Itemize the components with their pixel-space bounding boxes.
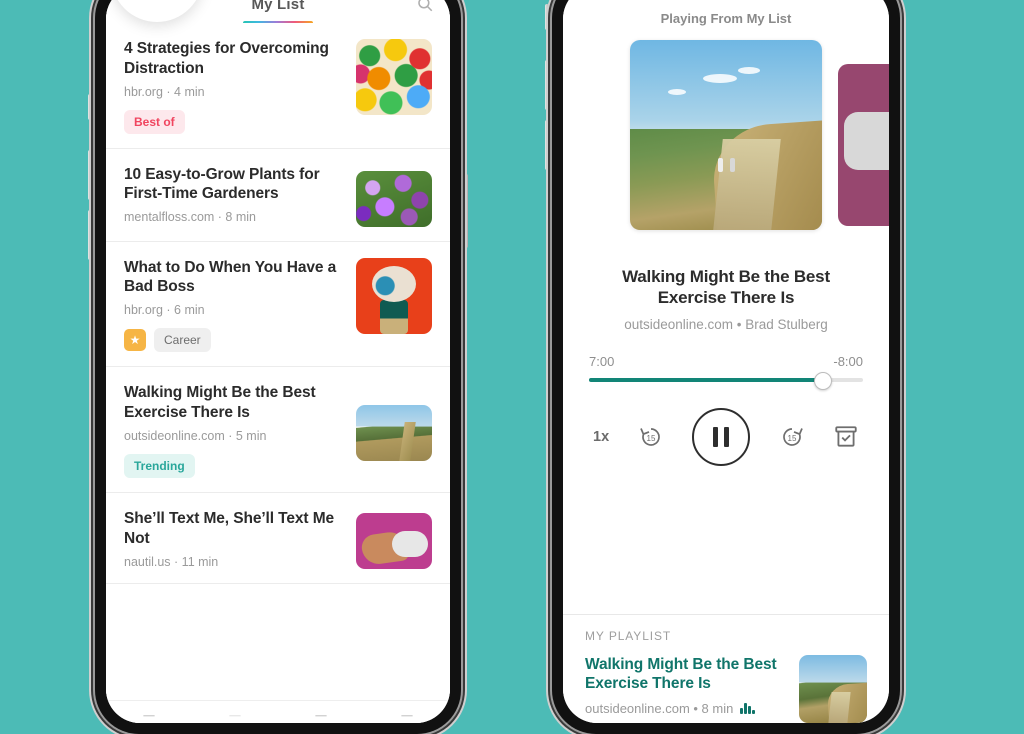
list-item[interactable]: She’ll Text Me, She’ll Text Me Not nauti… (106, 493, 450, 584)
left-phone-screen: My List 4 Strategies for Overcoming Dist… (106, 0, 450, 723)
list-item[interactable]: 10 Easy-to-Grow Plants for First-Time Ga… (106, 149, 450, 242)
article-title: What to Do When You Have a Bad Boss (124, 258, 337, 296)
tag-career[interactable]: Career (154, 328, 211, 353)
article-meta: outsideonline.com · 5 min (124, 428, 267, 443)
left-phone-bezel: My List 4 Strategies for Overcoming Dist… (95, 0, 461, 734)
forward-15-button[interactable]: 15 (778, 423, 806, 451)
remaining-time: -8:00 (833, 353, 863, 369)
left-phone-device: My List 4 Strategies for Overcoming Dist… (88, 0, 468, 734)
article-thumbnail (356, 512, 432, 569)
playlist-item-meta: outsideonline.com • 8 min (585, 701, 785, 716)
article-list[interactable]: 4 Strategies for Overcoming Distraction … (106, 23, 450, 701)
article-title: She’ll Text Me, She’ll Text Me Not (124, 509, 335, 547)
svg-text:15: 15 (646, 434, 655, 443)
profile-icon[interactable] (399, 707, 415, 717)
right-phone-screen: Playing From My List Walking Might Be th… (563, 0, 889, 723)
silent-switch[interactable] (545, 4, 549, 30)
app-title: My List (251, 0, 305, 13)
article-thumbnail (356, 39, 432, 115)
rewind-15-button[interactable]: 15 (637, 423, 665, 451)
pause-bar-right (724, 426, 730, 447)
discover-icon[interactable] (227, 707, 243, 717)
article-meta: hbr.org · 4 min (124, 84, 205, 99)
volume-up-button[interactable] (88, 150, 92, 200)
right-phone-bezel: Playing From My List Walking Might Be th… (552, 0, 900, 734)
article-thumbnail (356, 170, 432, 227)
article-tags: Best of (124, 109, 344, 134)
next-track-cover[interactable] (838, 64, 889, 226)
playlist-item-title: Walking Might Be the Best Exercise There… (585, 656, 777, 693)
article-thumbnail (356, 405, 432, 462)
article-tags: Trending (124, 453, 344, 478)
tag-best-of[interactable]: Best of (124, 109, 185, 134)
list-item[interactable]: Walking Might Be the Best Exercise There… (585, 655, 867, 723)
cover-carousel[interactable] (563, 40, 889, 248)
playback-speed-button[interactable]: 1x (593, 429, 609, 445)
track-title: Walking Might Be the Best Exercise There… (622, 267, 830, 308)
screenshot-stage: My List 4 Strategies for Overcoming Dist… (0, 0, 1024, 734)
forward-15-icon: 15 (782, 427, 803, 446)
power-button[interactable] (464, 174, 468, 248)
playlist-item-thumbnail (799, 655, 867, 723)
pause-bar-left (713, 426, 719, 447)
playback-controls: 1x 15 15 (593, 407, 859, 466)
svg-text:15: 15 (787, 434, 796, 443)
reading-list-app: My List 4 Strategies for Overcoming Dist… (106, 0, 450, 723)
current-track-cover (630, 40, 822, 230)
archive-check-icon (835, 425, 857, 447)
elapsed-time: 7:00 (589, 353, 615, 369)
progress-bar[interactable] (589, 371, 863, 390)
star-icon[interactable]: ★ (124, 329, 146, 352)
progress-fill (589, 377, 822, 382)
tag-trending[interactable]: Trending (124, 453, 195, 478)
volume-up-button[interactable] (545, 60, 549, 110)
playlist-section: MY PLAYLIST Walking Might Be the Best Ex… (563, 614, 889, 723)
now-playing-equalizer-icon (740, 702, 755, 715)
playlist-icon[interactable] (313, 707, 329, 717)
home-icon[interactable] (141, 707, 157, 717)
article-meta: hbr.org · 6 min (124, 303, 205, 318)
article-tags: ★ Career (124, 328, 344, 353)
scrubber[interactable]: 7:00 -8:00 (589, 353, 863, 390)
progress-knob[interactable] (813, 371, 832, 390)
audio-player: Playing From My List Walking Might Be th… (563, 0, 889, 723)
right-phone-device: Playing From My List Walking Might Be th… (545, 0, 900, 734)
volume-down-button[interactable] (88, 210, 92, 260)
article-thumbnail (356, 257, 432, 334)
playlist-label: MY PLAYLIST (585, 629, 672, 643)
bottom-navigation[interactable] (106, 700, 450, 723)
playlist-item-source: outsideonline.com • 8 min (585, 700, 734, 716)
track-byline: outsideonline.com • Brad Stulberg (624, 316, 828, 332)
rewind-15-icon: 15 (639, 427, 660, 446)
volume-down-button[interactable] (545, 120, 549, 170)
list-item[interactable]: Walking Might Be the Best Exercise There… (106, 367, 450, 493)
search-icon[interactable] (416, 0, 434, 13)
article-title: 4 Strategies for Overcoming Distraction (124, 40, 329, 77)
article-meta: nautil.us · 11 min (124, 554, 219, 569)
play-pause-button[interactable] (692, 407, 751, 466)
playing-from-label: Playing From My List (660, 11, 792, 26)
article-meta: mentalfloss.com · 8 min (124, 210, 256, 225)
archive-button[interactable] (833, 424, 859, 450)
list-item[interactable]: What to Do When You Have a Bad Boss hbr.… (106, 242, 450, 368)
list-item[interactable]: 4 Strategies for Overcoming Distraction … (106, 23, 450, 149)
article-title: 10 Easy-to-Grow Plants for First-Time Ga… (124, 165, 320, 203)
silent-switch[interactable] (88, 94, 92, 120)
article-title: Walking Might Be the Best Exercise There… (124, 384, 316, 422)
